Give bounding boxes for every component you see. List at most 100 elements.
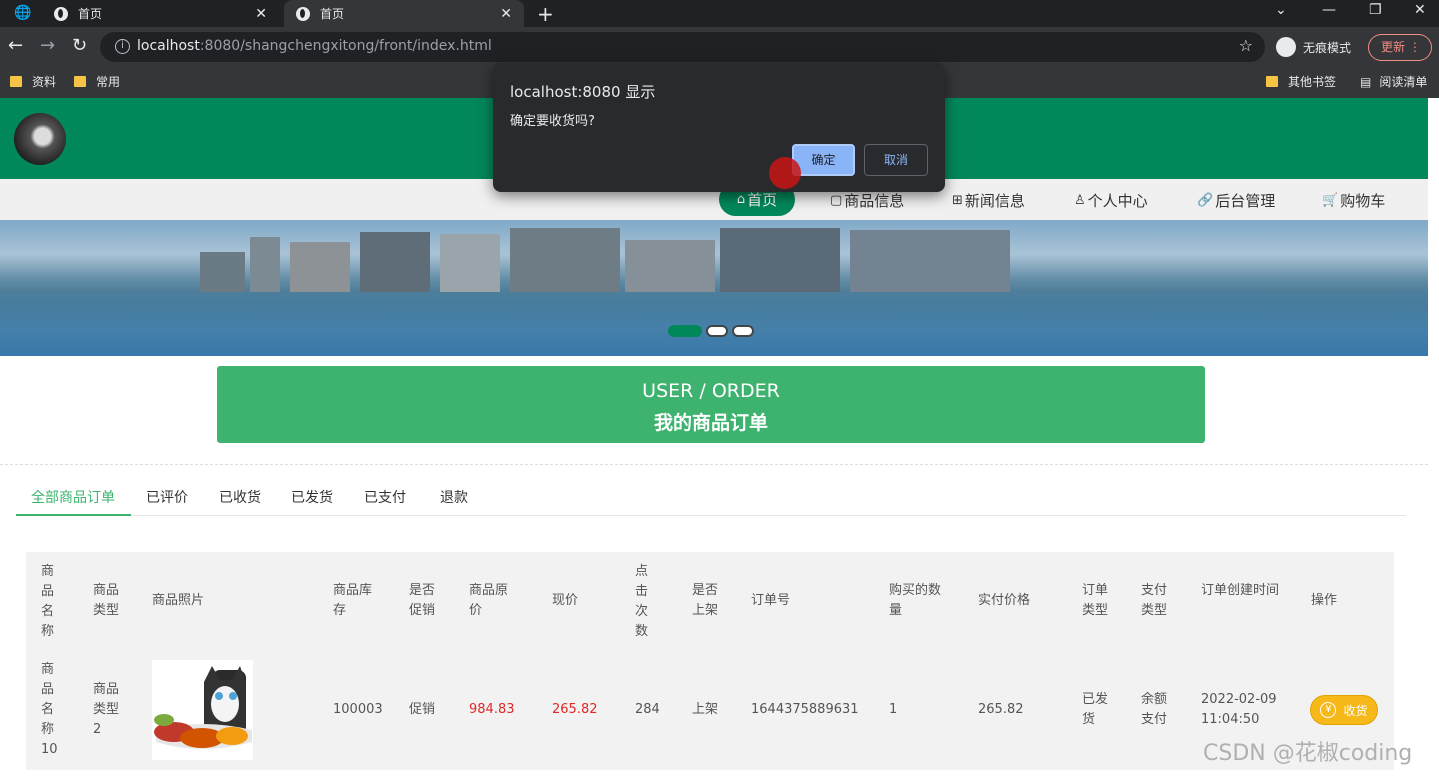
bookmark-folder[interactable]: 常用 xyxy=(74,73,120,90)
banner-building xyxy=(440,234,500,292)
browser-tab[interactable]: 首页 ✕ xyxy=(54,0,279,27)
carousel-indicator[interactable] xyxy=(732,325,754,337)
nav-products[interactable]: ▢ 商品信息 xyxy=(830,190,904,211)
tab-paid[interactable]: 已支付 xyxy=(364,487,406,507)
tab-all-orders[interactable]: 全部商品订单 xyxy=(31,487,115,507)
cell-original-price: 984.83 xyxy=(469,702,515,717)
incognito-indicator[interactable]: 无痕模式 xyxy=(1276,37,1351,57)
confirm-receipt-button[interactable]: ¥ 收货 xyxy=(1310,695,1378,725)
cell-current-price: 265.82 xyxy=(552,702,598,717)
cell-product-name: 商品名称10 xyxy=(41,662,58,757)
table-header: 订单号 xyxy=(751,593,791,608)
tab-shipped[interactable]: 已发货 xyxy=(291,487,333,507)
cell-listed: 上架 xyxy=(692,702,719,717)
tab-refund[interactable]: 退款 xyxy=(440,487,468,507)
site-logo[interactable] xyxy=(14,113,66,165)
nav-cart[interactable]: 🛒 购物车 xyxy=(1322,190,1385,211)
cell-order-type: 已发货 xyxy=(1082,692,1109,727)
document-icon: ▢ xyxy=(830,193,843,208)
window-close-icon[interactable]: ✕ xyxy=(1414,2,1426,18)
dialog-cancel-button[interactable]: 取消 xyxy=(864,144,928,176)
dialog-message: 确定要收货吗? xyxy=(510,114,595,129)
table-header: 是否促销 xyxy=(409,583,436,618)
tab-reviewed[interactable]: 已评价 xyxy=(146,487,188,507)
bookmark-star-icon[interactable]: ☆ xyxy=(1239,36,1253,55)
table-header: 支付类型 xyxy=(1141,583,1168,618)
carousel-indicator-active[interactable] xyxy=(668,325,702,337)
table-header: 操作 xyxy=(1311,593,1338,608)
table-header: 商品照片 xyxy=(152,593,205,608)
minimize-icon[interactable]: — xyxy=(1322,2,1336,18)
carousel-indicator[interactable] xyxy=(706,325,728,337)
home-icon: ⌂ xyxy=(736,192,746,207)
close-tab-icon[interactable]: ✕ xyxy=(500,6,512,22)
banner-building xyxy=(290,242,350,292)
tab-search-icon[interactable]: 🌐 xyxy=(14,5,31,21)
link-icon: 🔗 xyxy=(1197,193,1214,208)
tab-received[interactable]: 已收货 xyxy=(219,487,261,507)
globe-icon xyxy=(296,6,310,21)
new-tab-icon[interactable]: + xyxy=(537,2,554,26)
banner-building xyxy=(250,237,280,292)
other-bookmarks[interactable]: 其他书签 xyxy=(1266,73,1336,90)
reading-list[interactable]: ▤ 阅读清单 xyxy=(1360,73,1427,90)
table-header: 实付价格 xyxy=(978,593,1031,608)
cell-pay-type: 余额支付 xyxy=(1141,692,1168,727)
nav-admin[interactable]: 🔗 后台管理 xyxy=(1197,190,1275,211)
folder-icon xyxy=(10,76,22,87)
folder-icon xyxy=(1266,76,1278,87)
table-header: 购买的数量 xyxy=(889,583,942,618)
tab-title: 首页 xyxy=(78,7,103,21)
reload-icon[interactable]: ↻ xyxy=(72,35,87,56)
forward-icon[interactable]: → xyxy=(40,35,55,56)
banner-building xyxy=(360,232,430,292)
cart-icon: 🛒 xyxy=(1322,193,1339,208)
divider xyxy=(0,464,1428,465)
watermark: CSDN @花椒coding xyxy=(1203,741,1413,766)
globe-icon xyxy=(54,6,68,21)
confirm-dialog: localhost:8080 显示 确定要收货吗? 确定 取消 xyxy=(493,63,945,192)
banner-building xyxy=(625,240,715,292)
tabs-baseline xyxy=(16,515,1406,516)
cell-product-type: 商品类型2 xyxy=(93,682,120,737)
cell-clicks: 284 xyxy=(635,702,660,717)
cell-stock: 100003 xyxy=(333,702,383,717)
nav-news[interactable]: ⊞ 新闻信息 xyxy=(952,190,1025,211)
cell-quantity: 1 xyxy=(889,702,898,717)
table-header: 订单创建时间 xyxy=(1201,583,1280,598)
user-icon: ♙ xyxy=(1074,193,1086,208)
product-photo[interactable] xyxy=(152,660,253,760)
hero-english-title: USER / ORDER xyxy=(642,380,780,402)
hero-chinese-title: 我的商品订单 xyxy=(653,412,768,434)
table-header: 是否上架 xyxy=(692,583,719,618)
back-icon[interactable]: ← xyxy=(8,35,23,56)
reading-list-icon: ▤ xyxy=(1360,74,1372,89)
news-icon: ⊞ xyxy=(952,193,963,208)
folder-icon xyxy=(74,76,86,87)
banner-building xyxy=(720,228,840,292)
dialog-ok-button[interactable]: 确定 xyxy=(792,144,855,176)
tab-title: 首页 xyxy=(320,7,345,21)
incognito-label: 无痕模式 xyxy=(1303,40,1352,55)
banner-water xyxy=(0,292,1428,356)
close-tab-icon[interactable]: ✕ xyxy=(255,6,267,22)
chevron-down-icon[interactable]: ⌄ xyxy=(1275,2,1287,18)
cell-promo: 促销 xyxy=(409,702,436,717)
restore-icon[interactable]: ❐ xyxy=(1369,2,1382,18)
info-icon[interactable]: i xyxy=(115,39,130,54)
url-text: localhost:8080/shangchengxitong/front/in… xyxy=(137,38,492,54)
cell-paid-price: 265.82 xyxy=(978,702,1024,717)
orders-hero-banner: USER / ORDER 我的商品订单 xyxy=(217,366,1205,443)
address-bar[interactable]: i localhost:8080/shangchengxitong/front/… xyxy=(100,32,1265,62)
nav-user-center[interactable]: ♙ 个人中心 xyxy=(1074,190,1148,211)
browser-tab-active[interactable]: 首页 ✕ xyxy=(284,0,524,27)
cell-created-time: 11:04:50 xyxy=(1201,712,1260,727)
update-button[interactable]: 更新 ⋮ xyxy=(1368,34,1432,61)
yen-icon: ¥ xyxy=(1320,702,1337,718)
bookmark-folder[interactable]: 资料 xyxy=(10,73,56,90)
dialog-title: localhost:8080 显示 xyxy=(510,83,656,101)
table-header: 订单类型 xyxy=(1082,583,1109,618)
click-indicator xyxy=(769,157,801,189)
banner-building xyxy=(200,252,245,292)
browser-tab-bar: 🌐 首页 ✕ 首页 ✕ + ⌄ — ❐ ✕ xyxy=(0,0,1439,27)
